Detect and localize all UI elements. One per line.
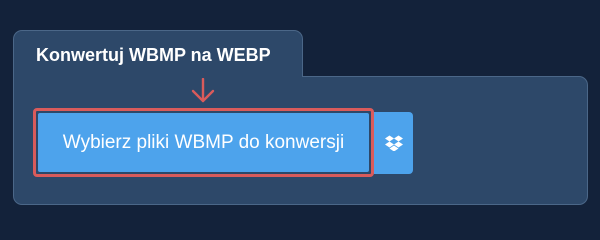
choose-files-button[interactable]: Wybierz pliki WBMP do konwersji (38, 113, 369, 172)
tab-joint (14, 74, 302, 78)
dropbox-icon (384, 135, 403, 151)
tab-title: Konwertuj WBMP na WEBP (36, 45, 271, 65)
arrow-down-icon (191, 78, 215, 103)
dropbox-button[interactable] (374, 112, 413, 174)
